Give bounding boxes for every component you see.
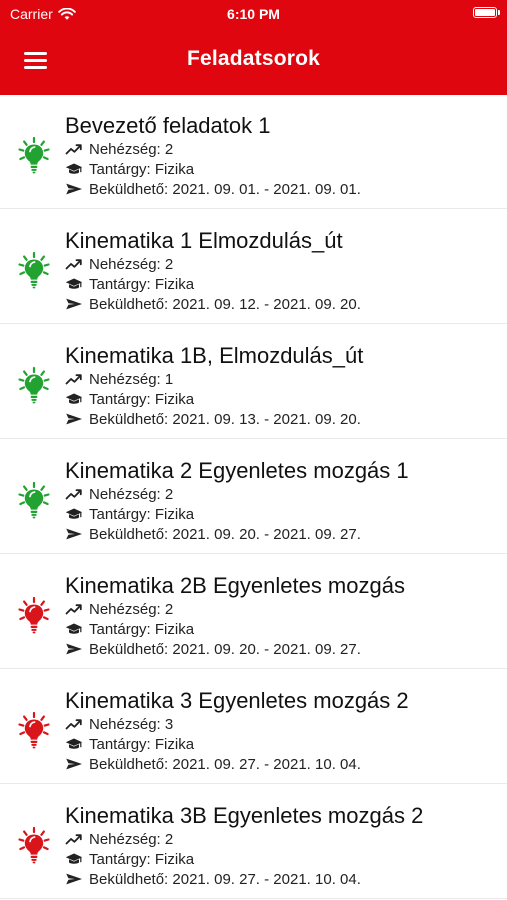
lightbulb-icon <box>18 481 50 519</box>
task-difficulty: Nehézség: 2 <box>89 255 174 273</box>
task-details: Kinematika 1 Elmozdulás_út Nehézség: 2 Tan… <box>65 228 361 314</box>
task-list-item[interactable]: Kinematika 3 Egyenletes mozgás 2 Nehézség… <box>0 670 507 784</box>
task-subject: Tantárgy: Fizika <box>89 275 195 293</box>
send-icon <box>66 758 82 770</box>
trending-up-icon <box>65 604 82 615</box>
task-list: Bevezető feladatok 1 Nehézség: 2 Tantárgy:… <box>0 95 507 900</box>
graduation-cap-icon <box>65 508 83 519</box>
task-title: Kinematika 1 Elmozdulás_út <box>65 228 343 253</box>
task-difficulty-line: Nehézség: 2 <box>65 484 409 504</box>
graduation-cap-icon <box>65 623 83 634</box>
task-details: Kinematika 3B Egyenletes mozgás 2 Nehézsé… <box>65 803 423 889</box>
task-difficulty: Nehézség: 3 <box>89 715 174 733</box>
send-icon <box>66 298 82 310</box>
send-icon <box>66 413 82 425</box>
task-difficulty-line: Nehézség: 1 <box>65 369 363 389</box>
task-deadline: Beküldhető: 2021. 09. 27. - 2021. 10. 04… <box>89 870 361 888</box>
task-subject-line: Tantárgy: Fizika <box>65 504 409 524</box>
task-title: Bevezető feladatok 1 <box>65 113 271 138</box>
lightbulb-icon <box>18 251 50 289</box>
task-details: Kinematika 3 Egyenletes mozgás 2 Nehézség… <box>65 688 409 774</box>
lightbulb-icon <box>18 596 50 634</box>
task-difficulty-line: Nehézség: 2 <box>65 254 361 274</box>
lightbulb-icon <box>18 136 50 174</box>
task-deadline-line: Beküldhető: 2021. 09. 27. - 2021. 10. 04… <box>65 754 409 774</box>
task-difficulty: Nehézség: 2 <box>89 485 174 503</box>
task-deadline-line: Beküldhető: 2021. 09. 01. - 2021. 09. 01… <box>65 179 361 199</box>
task-difficulty-line: Nehézség: 2 <box>65 139 361 159</box>
page-title: Feladatsorok <box>186 47 321 70</box>
lightbulb-icon <box>18 826 50 864</box>
lightbulb-icon <box>18 711 50 749</box>
send-icon <box>66 528 82 540</box>
task-title: Kinematika 3 Egyenletes mozgás 2 <box>65 688 409 713</box>
send-icon <box>66 643 82 655</box>
task-list-item[interactable]: Kinematika 2B Egyenletes mozgás Nehézség:… <box>0 555 507 669</box>
status-time: 6:10 PM <box>227 6 280 22</box>
navigation-bar: Feladatsorok <box>0 30 507 95</box>
task-deadline-line: Beküldhető: 2021. 09. 27. - 2021. 10. 04… <box>65 869 423 889</box>
task-subject-line: Tantárgy: Fizika <box>65 389 363 409</box>
task-subject: Tantárgy: Fizika <box>89 390 195 408</box>
app-header: Carrier 6:10 PM Feladatsorok <box>0 0 507 95</box>
task-deadline-line: Beküldhető: 2021. 09. 12. - 2021. 09. 20… <box>65 294 361 314</box>
task-difficulty-line: Nehézség: 2 <box>65 829 423 849</box>
task-title: Kinematika 2B Egyenletes mozgás <box>65 573 405 598</box>
task-subject: Tantárgy: Fizika <box>89 850 195 868</box>
task-details: Kinematika 2 Egyenletes mozgás 1 Nehézség… <box>65 458 409 544</box>
task-difficulty-line: Nehézség: 3 <box>65 714 409 734</box>
task-difficulty-line: Nehézség: 2 <box>65 599 405 619</box>
task-subject: Tantárgy: Fizika <box>89 505 195 523</box>
task-deadline: Beküldhető: 2021. 09. 20. - 2021. 09. 27… <box>89 525 361 543</box>
task-deadline-line: Beküldhető: 2021. 09. 13. - 2021. 09. 20… <box>65 409 363 429</box>
send-icon <box>66 183 82 195</box>
task-title: Kinematika 1B, Elmozdulás_út <box>65 343 364 368</box>
task-deadline: Beküldhető: 2021. 09. 01. - 2021. 09. 01… <box>89 180 361 198</box>
status-bar: Carrier 6:10 PM <box>0 0 507 30</box>
task-title: Kinematika 3B Egyenletes mozgás 2 <box>65 803 424 828</box>
task-list-item[interactable]: Kinematika 1 Elmozdulás_út Nehézség: 2 Tan… <box>0 210 507 324</box>
task-details: Bevezető feladatok 1 Nehézség: 2 Tantárgy:… <box>65 113 361 199</box>
task-title: Kinematika 2 Egyenletes mozgás 1 <box>65 458 409 483</box>
task-subject: Tantárgy: Fizika <box>89 620 195 638</box>
task-deadline: Beküldhető: 2021. 09. 13. - 2021. 09. 20… <box>89 410 361 428</box>
task-difficulty: Nehézség: 1 <box>89 370 174 388</box>
send-icon <box>66 873 82 885</box>
trending-up-icon <box>65 259 82 270</box>
task-list-item[interactable]: Kinematika 2 Egyenletes mozgás 1 Nehézség… <box>0 440 507 554</box>
task-details: Kinematika 2B Egyenletes mozgás Nehézség:… <box>65 573 405 659</box>
task-subject-line: Tantárgy: Fizika <box>65 619 405 639</box>
task-subject-line: Tantárgy: Fizika <box>65 849 423 869</box>
trending-up-icon <box>65 144 82 155</box>
task-details: Kinematika 1B, Elmozdulás_út Nehézség: 1 T… <box>65 343 363 429</box>
graduation-cap-icon <box>65 163 83 174</box>
task-difficulty: Nehézség: 2 <box>89 830 174 848</box>
graduation-cap-icon <box>65 393 83 404</box>
task-deadline: Beküldhető: 2021. 09. 12. - 2021. 09. 20… <box>89 295 361 313</box>
graduation-cap-icon <box>65 853 83 864</box>
task-deadline: Beküldhető: 2021. 09. 27. - 2021. 10. 04… <box>89 755 361 773</box>
battery-icon <box>473 7 500 18</box>
task-list-item[interactable]: Kinematika 1B, Elmozdulás_út Nehézség: 1 T… <box>0 325 507 439</box>
lightbulb-icon <box>18 366 50 404</box>
task-subject: Tantárgy: Fizika <box>89 160 195 178</box>
task-difficulty: Nehézség: 2 <box>89 600 174 618</box>
trending-up-icon <box>65 374 82 385</box>
task-difficulty: Nehézség: 2 <box>89 140 174 158</box>
task-subject: Tantárgy: Fizika <box>89 735 195 753</box>
task-subject-line: Tantárgy: Fizika <box>65 159 361 179</box>
task-list-item[interactable]: Kinematika 3B Egyenletes mozgás 2 Nehézsé… <box>0 785 507 899</box>
task-deadline: Beküldhető: 2021. 09. 20. - 2021. 09. 27… <box>89 640 361 658</box>
graduation-cap-icon <box>65 738 83 749</box>
task-subject-line: Tantárgy: Fizika <box>65 274 361 294</box>
task-list-item[interactable]: Bevezető feladatok 1 Nehézség: 2 Tantárgy:… <box>0 95 507 209</box>
task-deadline-line: Beküldhető: 2021. 09. 20. - 2021. 09. 27… <box>65 639 405 659</box>
graduation-cap-icon <box>65 278 83 289</box>
task-deadline-line: Beküldhető: 2021. 09. 20. - 2021. 09. 27… <box>65 524 409 544</box>
trending-up-icon <box>65 489 82 500</box>
trending-up-icon <box>65 834 82 845</box>
task-subject-line: Tantárgy: Fizika <box>65 734 409 754</box>
trending-up-icon <box>65 719 82 730</box>
